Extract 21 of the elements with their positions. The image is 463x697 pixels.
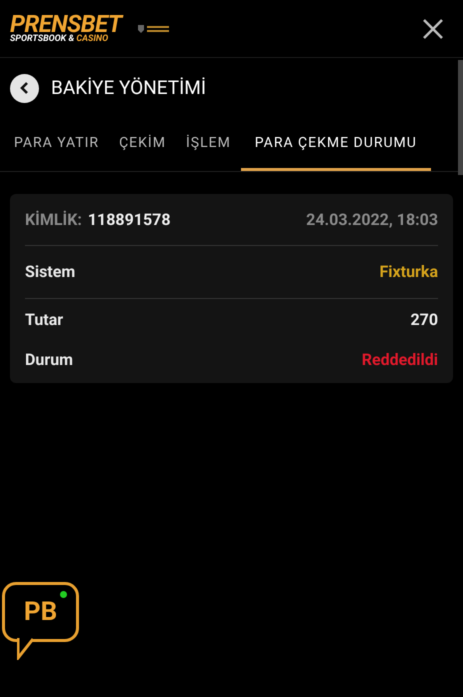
row-value: Fixturka [380,261,438,283]
id-value: 118891578 [88,208,170,230]
back-button[interactable] [10,74,39,102]
row-label: Sistem [25,261,76,283]
logo-tagline: SPORTSBOOK & CASINO [10,34,110,44]
row-label: Durum [25,349,74,371]
logo-wordmark: PRENSBET [10,14,122,34]
chat-button[interactable]: PB [2,582,79,642]
id-label: KİMLİK: [25,208,82,230]
row-value: 270 [410,309,438,331]
row-value: Reddedildi [362,349,438,371]
tab[interactable]: ÇEKİM [109,118,176,171]
tab[interactable]: PARA ÇEKME DURUMU [240,118,431,171]
page-title: BAKİYE YÖNETİMİ [51,74,206,101]
close-button[interactable] [421,16,445,40]
date-text: 24.03.2022, 18:03 [306,208,438,230]
tab[interactable]: PARA YATIR [0,118,110,171]
badge-icon [138,24,170,34]
tab[interactable]: İŞLEM [176,118,241,171]
chevron-left-icon [18,81,30,95]
row-label: Tutar [25,309,64,331]
